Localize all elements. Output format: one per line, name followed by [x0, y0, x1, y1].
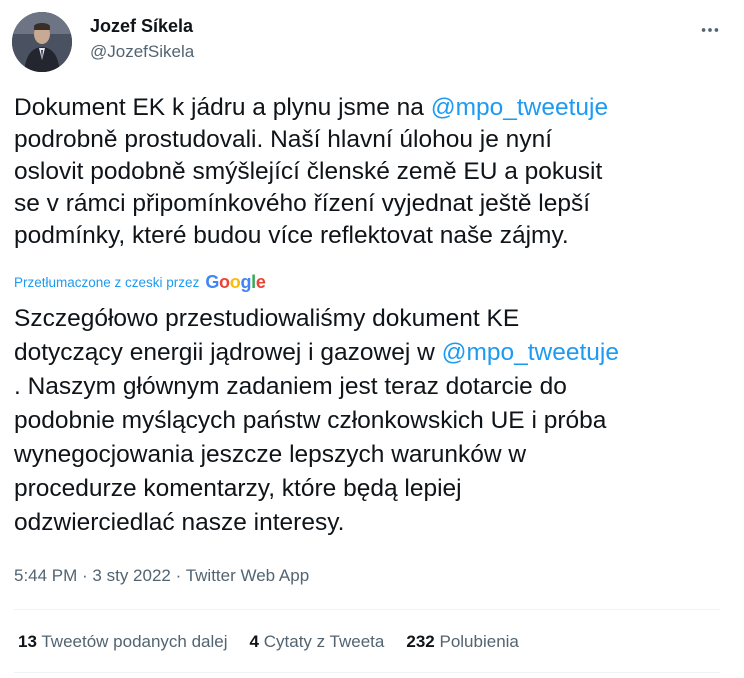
- translation-line: odzwierciedlać nasze interesy.: [14, 506, 730, 540]
- tweet-text-segment: podmínky, které budou více reflektovat n…: [14, 222, 569, 249]
- user-display-name[interactable]: Jozef Síkela: [90, 16, 193, 37]
- retweets-label: Tweetów podanych dalej: [41, 632, 228, 651]
- translation-text-segment: dotyczący energii jądrowej i gazowej w: [14, 339, 442, 366]
- translation-line: . Naszym głównym zadaniem jest teraz dot…: [14, 370, 730, 404]
- translation-text: Szczegółowo przestudiowaliśmy dokument K…: [14, 302, 730, 540]
- tweet-line: se v rámci připomínkového řízení vyjedna…: [14, 188, 730, 220]
- translation-line: procedurze komentarzy, które będą lepiej: [14, 472, 730, 506]
- translation-attribution-label: Przetłumaczone z czeski przez: [14, 275, 200, 290]
- quotes-label: Cytaty z Tweeta: [263, 632, 385, 651]
- tweet-line: podmínky, které budou více reflektovat n…: [14, 220, 730, 252]
- tweet-date[interactable]: 3 sty 2022: [92, 566, 170, 585]
- translation-line: Szczegółowo przestudiowaliśmy dokument K…: [14, 302, 730, 336]
- tweet-card: Jozef Síkela @JozefSikela Dokument EK k …: [0, 0, 744, 678]
- avatar-portrait-icon: [12, 12, 72, 72]
- more-options-button[interactable]: [692, 12, 728, 48]
- quotes-count: 4: [249, 632, 259, 651]
- quotes-stat[interactable]: 4 Cytaty z Tweeta: [250, 632, 385, 652]
- avatar[interactable]: [12, 12, 72, 72]
- tweet-line: Dokument EK k jádru a plynu jsme na @mpo…: [14, 92, 730, 124]
- tweet-line: podrobně prostudovali. Naší hlavní úloho…: [14, 124, 730, 156]
- google-logo: Google: [205, 272, 266, 292]
- translation-text-segment: . Naszym głównym zadaniem jest teraz dot…: [14, 373, 567, 400]
- tweet-meta: 5:44 PM · 3 sty 2022 · Twitter Web App: [14, 566, 309, 586]
- translation-text-segment: Szczegółowo przestudiowaliśmy dokument K…: [14, 305, 520, 332]
- translation-text-segment: procedurze komentarzy, które będą lepiej: [14, 475, 462, 502]
- tweet-text-segment: se v rámci připomínkového řízení vyjedna…: [14, 190, 591, 217]
- divider: [14, 672, 720, 673]
- translation-line: dotyczący energii jądrowej i gazowej w @…: [14, 336, 730, 370]
- more-horizontal-icon: [701, 28, 719, 32]
- tweet-source[interactable]: Twitter Web App: [186, 566, 309, 585]
- tweet-text: Dokument EK k jádru a plynu jsme na @mpo…: [14, 92, 730, 252]
- likes-count: 232: [406, 632, 435, 651]
- tweet-text-segment: oslovit podobně smýšlející členské země …: [14, 158, 603, 185]
- likes-stat[interactable]: 232 Polubienia: [406, 632, 519, 652]
- tweet-stats: 13 Tweetów podanych dalej 4 Cytaty z Twe…: [18, 632, 519, 652]
- divider: [14, 609, 720, 610]
- tweet-time[interactable]: 5:44 PM: [14, 566, 77, 585]
- translation-line: podobnie myślących państw członkowskich …: [14, 404, 730, 438]
- retweets-count: 13: [18, 632, 37, 651]
- tweet-text-segment: Dokument EK k jádru a plynu jsme na: [14, 94, 431, 121]
- retweets-stat[interactable]: 13 Tweetów podanych dalej: [18, 632, 228, 652]
- translation-text-segment: wynegocjowania jeszcze lepszych warunków…: [14, 441, 527, 468]
- meta-separator: ·: [170, 566, 186, 585]
- translation-line: wynegocjowania jeszcze lepszych warunków…: [14, 438, 730, 472]
- mention-link[interactable]: @mpo_tweetuje: [431, 94, 608, 121]
- translation-attribution[interactable]: Przetłumaczone z czeski przez Google: [14, 272, 266, 293]
- tweet-text-segment: podrobně prostudovali. Naší hlavní úloho…: [14, 126, 552, 153]
- likes-label: Polubienia: [439, 632, 519, 651]
- meta-separator: ·: [77, 566, 93, 585]
- translation-text-segment: podobnie myślących państw członkowskich …: [14, 407, 607, 434]
- tweet-line: oslovit podobně smýšlející členské země …: [14, 156, 730, 188]
- user-handle[interactable]: @JozefSikela: [90, 42, 194, 62]
- mention-link[interactable]: @mpo_tweetuje: [442, 339, 619, 366]
- translation-text-segment: odzwierciedlać nasze interesy.: [14, 509, 345, 536]
